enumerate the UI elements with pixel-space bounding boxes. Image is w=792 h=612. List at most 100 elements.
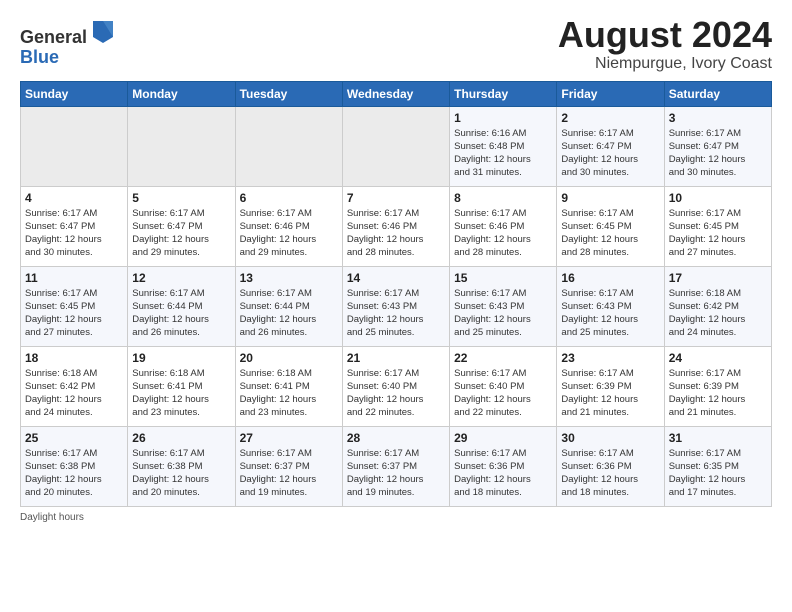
- day-number: 2: [561, 111, 659, 125]
- day-number: 13: [240, 271, 338, 285]
- calendar-cell: 5Sunrise: 6:17 AM Sunset: 6:47 PM Daylig…: [128, 186, 235, 266]
- calendar-cell: 3 Sunrise: 6:17 AM Sunset: 6:47 PM Daylig…: [664, 106, 771, 186]
- day-number: 9: [561, 191, 659, 205]
- day-number: 23: [561, 351, 659, 365]
- calendar-cell: 19Sunrise: 6:18 AM Sunset: 6:41 PM Dayli…: [128, 346, 235, 426]
- header-day-friday: Friday: [557, 81, 664, 106]
- calendar-cell: 25Sunrise: 6:17 AM Sunset: 6:38 PM Dayli…: [21, 426, 128, 506]
- day-number: 29: [454, 431, 552, 445]
- calendar-cell: 22 Sunrise: 6:17 AM Sunset: 6:40 PM Dayli…: [450, 346, 557, 426]
- calendar-cell: 18Sunrise: 6:18 AM Sunset: 6:42 PM Dayli…: [21, 346, 128, 426]
- day-number: 17: [669, 271, 767, 285]
- calendar-table: SundayMondayTuesdayWednesdayThursdayFrid…: [20, 81, 772, 507]
- day-info: Sunrise: 6:17 AM Sunset: 6:38 PM Dayligh…: [132, 447, 230, 500]
- calendar-cell: 12Sunrise: 6:17 AM Sunset: 6:44 PM Dayli…: [128, 266, 235, 346]
- day-number: 26: [132, 431, 230, 445]
- day-number: 31: [669, 431, 767, 445]
- calendar-cell: 27 Sunrise: 6:17 AM Sunset: 6:37 PM Dayli…: [235, 426, 342, 506]
- calendar-cell: 8Sunrise: 6:17 AM Sunset: 6:46 PM Daylig…: [450, 186, 557, 266]
- calendar-cell: 6 Sunrise: 6:17 AM Sunset: 6:46 PM Daylig…: [235, 186, 342, 266]
- day-number: 19: [132, 351, 230, 365]
- day-info: Sunrise: 6:17 AM Sunset: 6:46 PM Dayligh…: [240, 207, 338, 260]
- day-number: 15: [454, 271, 552, 285]
- day-number: 4: [25, 191, 123, 205]
- header-day-tuesday: Tuesday: [235, 81, 342, 106]
- header-day-sunday: Sunday: [21, 81, 128, 106]
- calendar-cell: 28 Sunrise: 6:17 AM Sunset: 6:37 PM Dayli…: [342, 426, 449, 506]
- day-number: 27: [240, 431, 338, 445]
- day-info: Sunrise: 6:18 AM Sunset: 6:42 PM Dayligh…: [669, 287, 767, 340]
- calendar-cell: 1 Sunrise: 6:16 AM Sunset: 6:48 PM Daylig…: [450, 106, 557, 186]
- calendar-body: 1 Sunrise: 6:16 AM Sunset: 6:48 PM Daylig…: [21, 106, 772, 506]
- logo-general-text: General: [20, 27, 87, 47]
- title-block: August 2024 Niempurgue, Ivory Coast: [558, 15, 772, 73]
- calendar-cell: 14 Sunrise: 6:17 AM Sunset: 6:43 PM Dayli…: [342, 266, 449, 346]
- day-info: Sunrise: 6:17 AM Sunset: 6:37 PM Dayligh…: [240, 447, 338, 500]
- day-number: 14: [347, 271, 445, 285]
- day-info: Sunrise: 6:17 AM Sunset: 6:47 PM Dayligh…: [25, 207, 123, 260]
- week-row-4: 25 Sunrise: 6:17 AM Sunset: 6:38 PM Dayli…: [21, 426, 772, 506]
- day-number: 8: [454, 191, 552, 205]
- day-info: Sunrise: 6:17 AM Sunset: 6:44 PM Dayligh…: [240, 287, 338, 340]
- day-info: Sunrise: 6:17 AM Sunset: 6:43 PM Dayligh…: [561, 287, 659, 340]
- day-info: Sunrise: 6:17 AM Sunset: 6:45 PM Dayligh…: [561, 207, 659, 260]
- day-info: Sunrise: 6:17 AM Sunset: 6:47 PM Dayligh…: [561, 127, 659, 180]
- day-number: 11: [25, 271, 123, 285]
- page: General Blue August 2024 Niempurgue, Ivo…: [0, 0, 792, 533]
- header: General Blue August 2024 Niempurgue, Ivo…: [20, 15, 772, 73]
- header-day-thursday: Thursday: [450, 81, 557, 106]
- day-number: 28: [347, 431, 445, 445]
- day-info: Sunrise: 6:16 AM Sunset: 6:48 PM Dayligh…: [454, 127, 552, 180]
- day-info: Sunrise: 6:17 AM Sunset: 6:45 PM Dayligh…: [25, 287, 123, 340]
- calendar-cell: 30 Sunrise: 6:17 AM Sunset: 6:36 PM Dayli…: [557, 426, 664, 506]
- day-info: Sunrise: 6:17 AM Sunset: 6:36 PM Dayligh…: [561, 447, 659, 500]
- day-number: 1: [454, 111, 552, 125]
- day-info: Sunrise: 6:17 AM Sunset: 6:40 PM Dayligh…: [454, 367, 552, 420]
- header-row: SundayMondayTuesdayWednesdayThursdayFrid…: [21, 81, 772, 106]
- week-row-3: 18Sunrise: 6:18 AM Sunset: 6:42 PM Dayli…: [21, 346, 772, 426]
- day-info: Sunrise: 6:17 AM Sunset: 6:43 PM Dayligh…: [454, 287, 552, 340]
- calendar-cell: [128, 106, 235, 186]
- day-number: 16: [561, 271, 659, 285]
- header-day-wednesday: Wednesday: [342, 81, 449, 106]
- calendar-cell: 2 Sunrise: 6:17 AM Sunset: 6:47 PM Daylig…: [557, 106, 664, 186]
- calendar-cell: 17 Sunrise: 6:18 AM Sunset: 6:42 PM Dayli…: [664, 266, 771, 346]
- week-row-2: 11 Sunrise: 6:17 AM Sunset: 6:45 PM Dayli…: [21, 266, 772, 346]
- calendar-cell: 7Sunrise: 6:17 AM Sunset: 6:46 PM Daylig…: [342, 186, 449, 266]
- day-info: Sunrise: 6:17 AM Sunset: 6:45 PM Dayligh…: [669, 207, 767, 260]
- day-number: 3: [669, 111, 767, 125]
- calendar-cell: 16 Sunrise: 6:17 AM Sunset: 6:43 PM Dayli…: [557, 266, 664, 346]
- day-info: Sunrise: 6:17 AM Sunset: 6:37 PM Dayligh…: [347, 447, 445, 500]
- calendar-cell: [235, 106, 342, 186]
- day-number: 6: [240, 191, 338, 205]
- day-info: Sunrise: 6:17 AM Sunset: 6:36 PM Dayligh…: [454, 447, 552, 500]
- calendar-cell: 26 Sunrise: 6:17 AM Sunset: 6:38 PM Dayli…: [128, 426, 235, 506]
- day-number: 21: [347, 351, 445, 365]
- calendar-cell: 4 Sunrise: 6:17 AM Sunset: 6:47 PM Daylig…: [21, 186, 128, 266]
- calendar-cell: 23Sunrise: 6:17 AM Sunset: 6:39 PM Dayli…: [557, 346, 664, 426]
- logo: General Blue: [20, 15, 117, 68]
- day-number: 22: [454, 351, 552, 365]
- day-number: 24: [669, 351, 767, 365]
- logo-icon: [89, 15, 117, 43]
- calendar-cell: 31 Sunrise: 6:17 AM Sunset: 6:35 PM Dayli…: [664, 426, 771, 506]
- location: Niempurgue, Ivory Coast: [558, 55, 772, 73]
- day-info: Sunrise: 6:17 AM Sunset: 6:43 PM Dayligh…: [347, 287, 445, 340]
- calendar-cell: 13 Sunrise: 6:17 AM Sunset: 6:44 PM Dayli…: [235, 266, 342, 346]
- day-info: Sunrise: 6:17 AM Sunset: 6:47 PM Dayligh…: [669, 127, 767, 180]
- header-day-monday: Monday: [128, 81, 235, 106]
- calendar-cell: [342, 106, 449, 186]
- calendar-cell: 10 Sunrise: 6:17 AM Sunset: 6:45 PM Dayli…: [664, 186, 771, 266]
- day-info: Sunrise: 6:18 AM Sunset: 6:42 PM Dayligh…: [25, 367, 123, 420]
- day-info: Sunrise: 6:17 AM Sunset: 6:35 PM Dayligh…: [669, 447, 767, 500]
- footer-text: Daylight hours: [20, 512, 84, 523]
- logo-blue-text: Blue: [20, 47, 59, 67]
- calendar-header: SundayMondayTuesdayWednesdayThursdayFrid…: [21, 81, 772, 106]
- day-number: 5: [132, 191, 230, 205]
- calendar-cell: 21Sunrise: 6:17 AM Sunset: 6:40 PM Dayli…: [342, 346, 449, 426]
- day-number: 25: [25, 431, 123, 445]
- day-number: 30: [561, 431, 659, 445]
- calendar-cell: [21, 106, 128, 186]
- day-number: 12: [132, 271, 230, 285]
- day-number: 10: [669, 191, 767, 205]
